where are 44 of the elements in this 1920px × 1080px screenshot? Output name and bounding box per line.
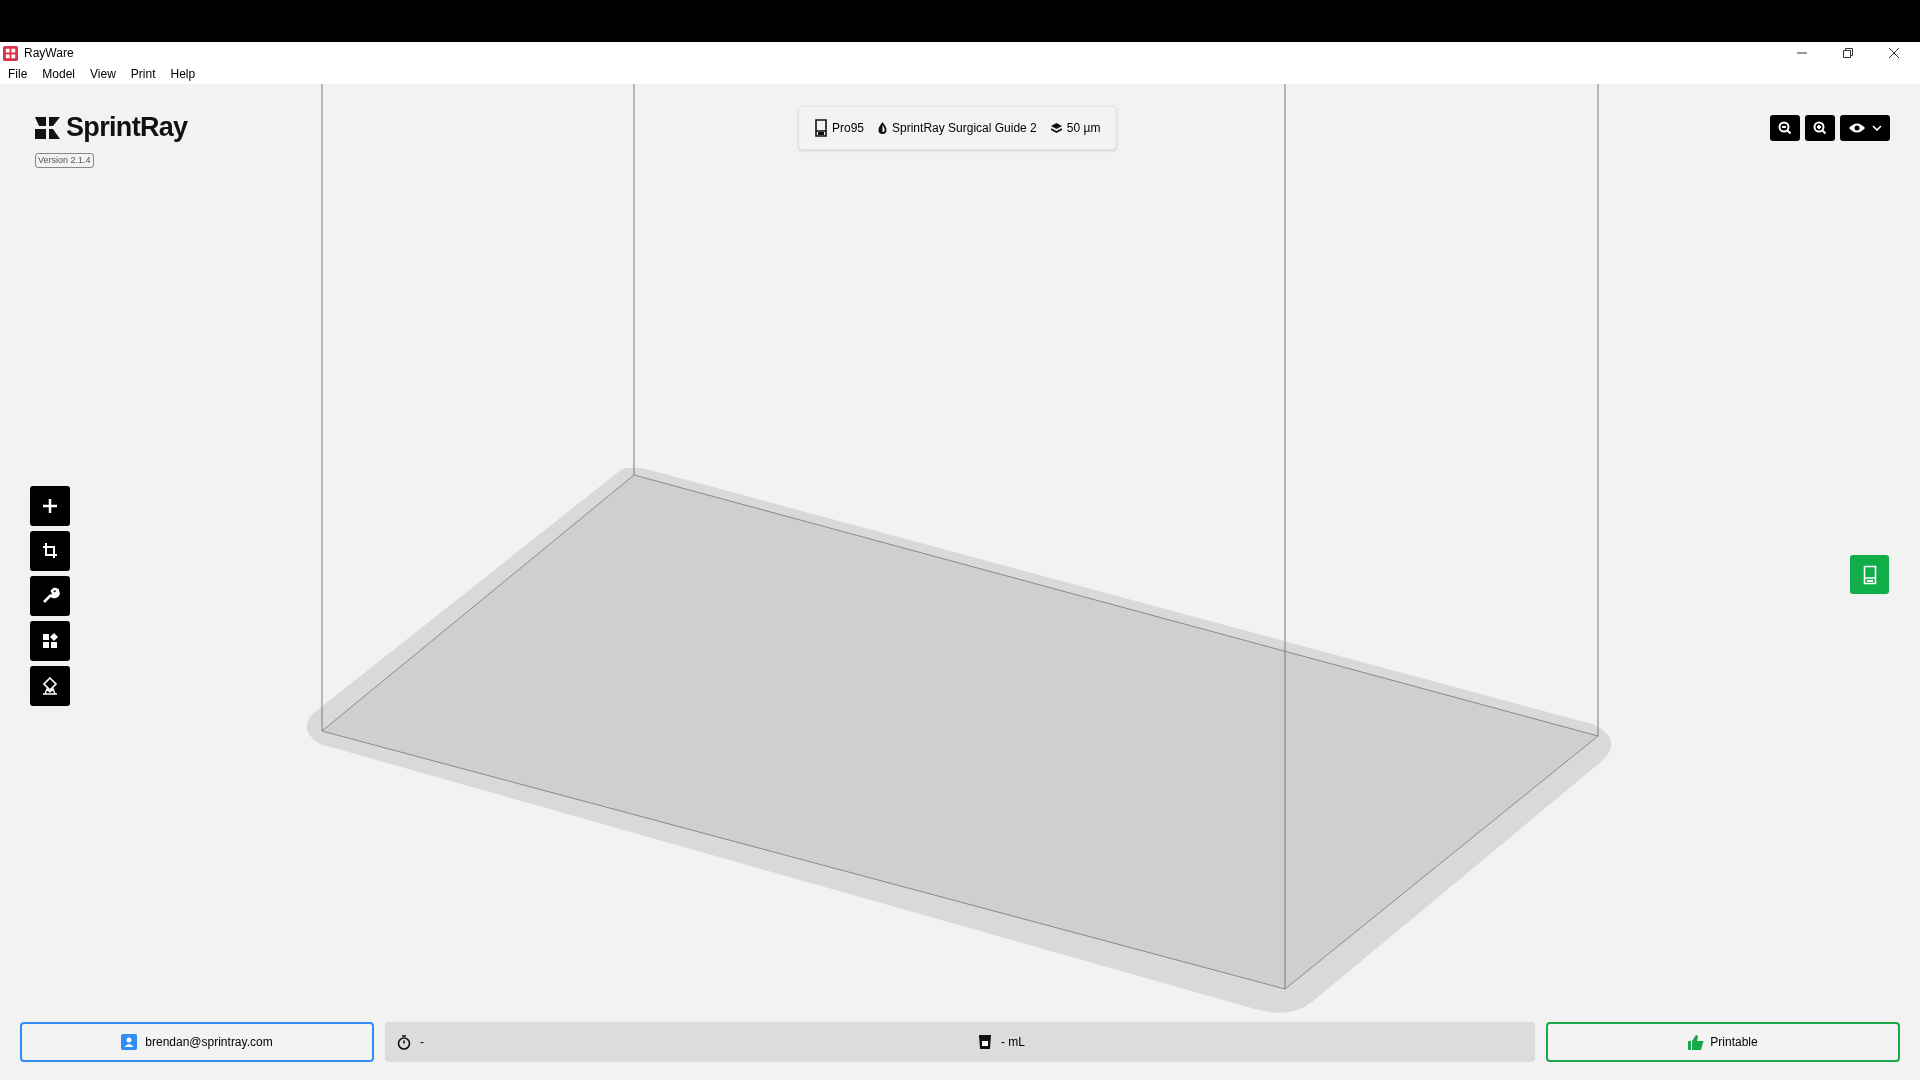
- printer-icon: [815, 119, 827, 137]
- menu-item[interactable]: View: [90, 65, 116, 83]
- printable-status-button[interactable]: Printable: [1546, 1022, 1900, 1062]
- crop-tool-button[interactable]: [30, 531, 70, 571]
- resin-label: SprintRay Surgical Guide 2: [892, 120, 1037, 137]
- version-badge: Version 2.1.4: [35, 153, 94, 168]
- resin-tank-icon: [979, 1035, 991, 1049]
- support-icon: [40, 676, 60, 696]
- account-button[interactable]: brendan@sprintray.com: [20, 1022, 374, 1062]
- timer-icon: [397, 1034, 411, 1050]
- zoom-in-button[interactable]: [1805, 115, 1835, 141]
- printer-icon: [1862, 564, 1877, 585]
- app-icon: [3, 45, 18, 61]
- close-icon[interactable]: [1888, 47, 1900, 59]
- printer-button[interactable]: [1850, 555, 1889, 594]
- printer-label: Pro95: [832, 120, 865, 137]
- support-tool-button[interactable]: [30, 666, 70, 706]
- crop-icon: [40, 541, 60, 561]
- thumbs-up-icon: [1688, 1034, 1705, 1050]
- add-icon: [40, 496, 60, 516]
- user-icon: [121, 1034, 138, 1050]
- menu-item[interactable]: Model: [42, 65, 76, 83]
- zoom-out-button[interactable]: [1770, 115, 1800, 141]
- layout-icon: [40, 631, 60, 651]
- caret-icon: [1872, 125, 1882, 131]
- restore-icon[interactable]: [1842, 47, 1854, 59]
- logo-icon: [35, 114, 61, 141]
- menu-item[interactable]: Print: [130, 65, 156, 83]
- logo-text: SprintRay: [66, 114, 188, 141]
- view-dropdown-button[interactable]: [1840, 115, 1890, 141]
- zoom-in-icon: [1813, 121, 1827, 135]
- menu-item[interactable]: File: [8, 65, 28, 83]
- eye-icon: [1848, 122, 1866, 134]
- layers-icon: [1050, 122, 1062, 134]
- drop-icon: [878, 122, 888, 134]
- window-title: RayWare: [24, 45, 74, 62]
- zoom-out-icon: [1778, 121, 1792, 135]
- add-tool-button[interactable]: [30, 486, 70, 526]
- layout-tool-button[interactable]: [30, 621, 70, 661]
- menu-item[interactable]: Help: [170, 65, 196, 83]
- resin-volume: - mL: [1001, 1034, 1025, 1051]
- wrench-tool-button[interactable]: [30, 576, 70, 616]
- layer-label: 50 µm: [1066, 120, 1101, 137]
- print-time: -: [420, 1034, 424, 1051]
